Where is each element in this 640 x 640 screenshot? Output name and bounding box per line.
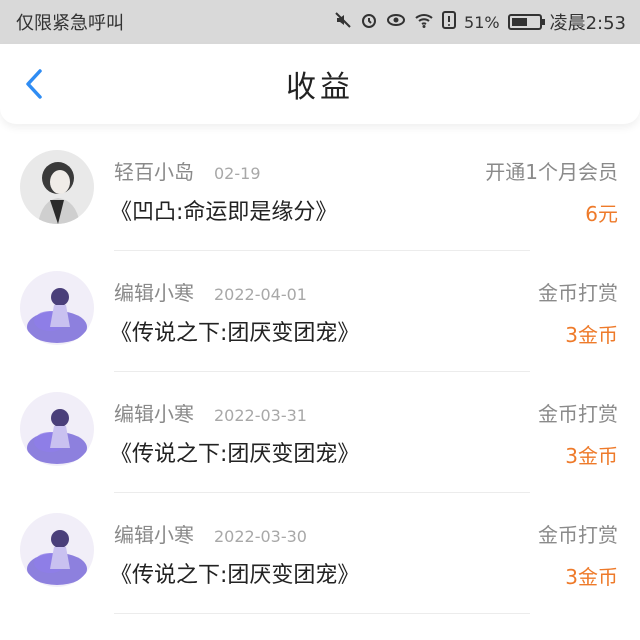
page-header: 收益 xyxy=(0,44,640,124)
time-text: 凌晨2:53 xyxy=(549,13,626,34)
earning-amount: 6元 xyxy=(585,202,618,226)
book-title: 《凹凸:命运即是缘分》 xyxy=(110,200,338,225)
item-date: 2022-03-30 xyxy=(214,527,307,546)
status-icons: 51% 凌晨2:53 xyxy=(334,9,626,35)
battery-percent: 51% xyxy=(464,12,500,32)
list-item[interactable]: 编辑小寒 2022-03-31 金币打赏 《传说之下:团厌变团宠》 3金币 xyxy=(0,372,640,493)
earnings-list: 轻百小岛 02-19 开通1个月会员 《凹凸:命运即是缘分》 6元 编辑小寒 2… xyxy=(0,130,640,614)
list-item[interactable]: 编辑小寒 2022-04-01 金币打赏 《传说之下:团厌变团宠》 3金币 xyxy=(0,251,640,372)
book-title: 《传说之下:团厌变团宠》 xyxy=(110,321,360,346)
avatar xyxy=(20,271,94,345)
item-date: 02-19 xyxy=(214,164,261,183)
earning-amount: 3金币 xyxy=(565,444,618,468)
divider xyxy=(114,613,530,614)
avatar xyxy=(20,513,94,587)
alert-icon xyxy=(442,11,457,33)
alarm-icon xyxy=(360,11,378,33)
earning-amount: 3金币 xyxy=(565,565,618,589)
carrier-text: 仅限紧急呼叫 xyxy=(16,13,124,34)
list-item[interactable]: 轻百小岛 02-19 开通1个月会员 《凹凸:命运即是缘分》 6元 xyxy=(0,130,640,251)
avatar xyxy=(20,392,94,466)
author-name: 编辑小寒 xyxy=(114,402,194,426)
battery-icon xyxy=(507,14,545,30)
eye-icon xyxy=(386,11,406,33)
page-title: 收益 xyxy=(286,70,354,105)
author-name: 编辑小寒 xyxy=(114,281,194,305)
mute-icon xyxy=(334,11,352,33)
earning-type: 开通1个月会员 xyxy=(485,160,618,184)
item-date: 2022-03-31 xyxy=(214,406,307,425)
chevron-left-icon[interactable] xyxy=(24,68,44,100)
wifi-icon xyxy=(414,11,434,33)
earning-type: 金币打赏 xyxy=(538,402,618,426)
book-title: 《传说之下:团厌变团宠》 xyxy=(110,563,360,588)
item-date: 2022-04-01 xyxy=(214,285,307,304)
avatar xyxy=(20,150,94,224)
book-title: 《传说之下:团厌变团宠》 xyxy=(110,442,360,467)
author-name: 轻百小岛 xyxy=(114,160,194,184)
status-bar: 仅限紧急呼叫 51% 凌晨2:53 xyxy=(0,0,640,44)
list-item[interactable]: 编辑小寒 2022-03-30 金币打赏 《传说之下:团厌变团宠》 3金币 xyxy=(0,493,640,614)
earning-type: 金币打赏 xyxy=(538,281,618,305)
earning-type: 金币打赏 xyxy=(538,523,618,547)
author-name: 编辑小寒 xyxy=(114,523,194,547)
earning-amount: 3金币 xyxy=(565,323,618,347)
back-button[interactable] xyxy=(18,68,50,100)
